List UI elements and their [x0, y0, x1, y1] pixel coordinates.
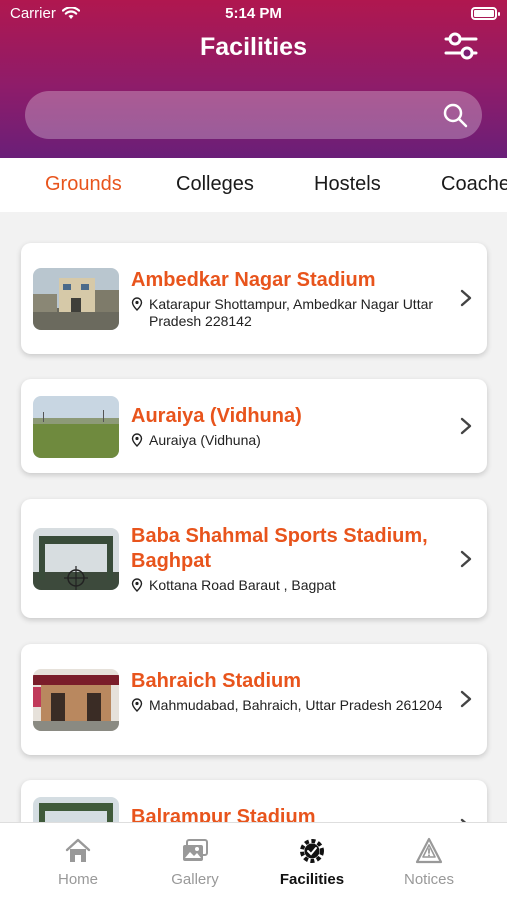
facility-photo [33, 268, 119, 330]
facility-address: Kottana Road Baraut , Bagpat [131, 577, 451, 594]
chevron-right-icon [460, 690, 472, 708]
status-bar: Carrier 5:14 PM [0, 0, 507, 28]
chevron-right-icon [460, 550, 472, 568]
facility-card[interactable]: Baba Shahmal Sports Stadium, Baghpat Kot… [21, 499, 487, 618]
facility-list: Ambedkar Nagar Stadium Katarapur Shottam… [0, 212, 507, 822]
facility-address: Katarapur Shottampur, Ambedkar Nagar Utt… [131, 296, 451, 330]
search-input[interactable] [45, 91, 435, 139]
facility-address-text: Katarapur Shottampur, Ambedkar Nagar Utt… [149, 296, 434, 329]
location-pin-icon [131, 433, 143, 447]
tab-coaches[interactable]: Coaches [441, 173, 507, 196]
tab-hostels[interactable]: Hostels [314, 173, 381, 196]
tab-colleges[interactable]: Colleges [176, 173, 254, 196]
bottom-tab-bar: Home Gallery Facilities Notices [0, 822, 507, 900]
chevron-right-icon [460, 289, 472, 307]
facility-address-text: Mahmudabad, Bahraich, Uttar Pradesh 2612… [149, 697, 443, 713]
home-icon [65, 838, 91, 862]
location-pin-icon [131, 297, 143, 311]
app-header: Carrier 5:14 PM Facilities [0, 0, 507, 158]
nav-home[interactable]: Home [15, 823, 141, 900]
category-tabs: Grounds Colleges Hostels Coaches [0, 158, 507, 212]
facility-address-text: Auraiya (Vidhuna) [149, 432, 261, 448]
facility-address: Mahmudabad, Bahraich, Uttar Pradesh 2612… [131, 697, 451, 714]
gallery-icon [183, 839, 208, 861]
nav-notices[interactable]: Notices [366, 823, 492, 900]
facility-card[interactable]: Ambedkar Nagar Stadium Katarapur Shottam… [21, 243, 487, 354]
nav-gallery[interactable]: Gallery [132, 823, 258, 900]
facility-address: Auraiya (Vidhuna) [131, 432, 451, 449]
facility-photo [33, 669, 119, 731]
nav-facilities[interactable]: Facilities [249, 823, 375, 900]
facility-name: Bahraich Stadium [131, 670, 302, 692]
filter-icon[interactable] [443, 30, 479, 62]
search-bar [25, 91, 482, 139]
facility-name: Baba Shahmal Sports Stadium, Baghpat [131, 525, 428, 572]
facilities-icon [300, 839, 324, 863]
chevron-right-icon [460, 417, 472, 435]
search-icon[interactable] [442, 102, 468, 128]
facility-name: Ambedkar Nagar Stadium [131, 269, 376, 291]
facility-card[interactable]: Auraiya (Vidhuna) Auraiya (Vidhuna) [21, 379, 487, 473]
status-time: 5:14 PM [225, 5, 282, 22]
facility-photo [33, 396, 119, 458]
facility-card[interactable]: Balrampur Stadium [21, 780, 487, 822]
location-pin-icon [131, 578, 143, 592]
nav-facilities-label: Facilities [279, 871, 345, 888]
facility-card[interactable]: Bahraich Stadium Mahmudabad, Bahraich, U… [21, 644, 487, 755]
tab-grounds[interactable]: Grounds [45, 173, 122, 196]
facility-address-text: Kottana Road Baraut , Bagpat [149, 577, 336, 593]
facility-name: Balrampur Stadium [131, 806, 316, 822]
notices-icon [415, 837, 443, 864]
facility-photo [33, 528, 119, 590]
nav-home-label: Home [57, 871, 98, 888]
facility-name: Auraiya (Vidhuna) [131, 405, 302, 427]
battery-icon [471, 7, 500, 20]
location-pin-icon [131, 698, 143, 712]
nav-gallery-label: Gallery [171, 871, 219, 888]
nav-notices-label: Notices [403, 871, 455, 888]
facility-photo [33, 797, 119, 822]
page-title: Facilities [200, 33, 307, 61]
